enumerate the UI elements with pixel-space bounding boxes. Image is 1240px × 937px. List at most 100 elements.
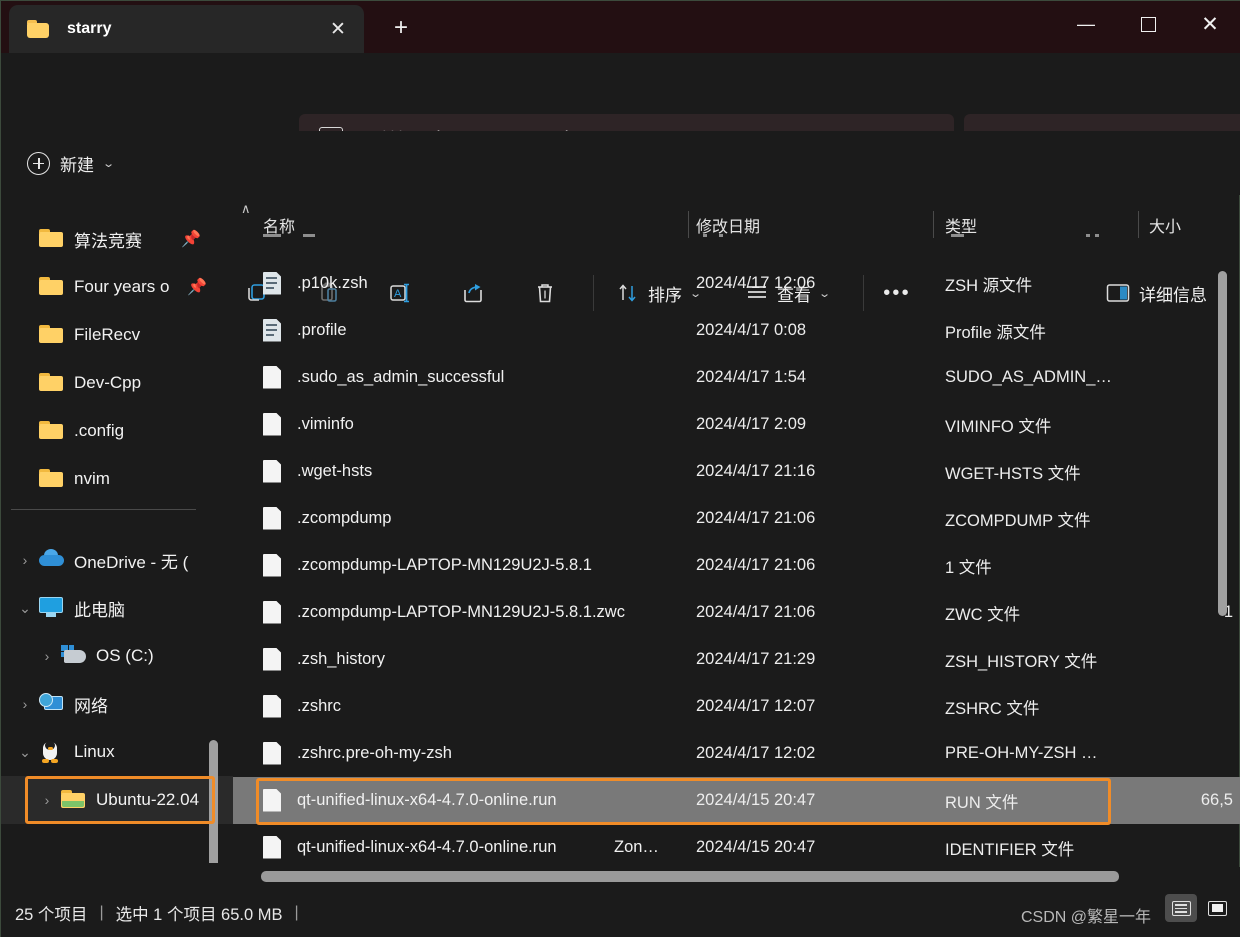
file-type: 1 文件 — [945, 558, 992, 577]
sidebar-item-nvim[interactable]: › nvim — [1, 455, 233, 503]
chevron-right-icon[interactable]: › — [33, 648, 61, 664]
sidebar-item-four-years[interactable]: › Four years o 📌 — [1, 263, 233, 311]
onedrive-cloud-icon — [39, 549, 64, 571]
chevron-down-icon[interactable]: ⌄ — [11, 600, 39, 617]
table-row[interactable]: .sudo_as_admin_successful 2024/4/17 1:54… — [233, 354, 1240, 401]
this-pc-monitor-icon — [39, 597, 63, 619]
file-type: VIMINFO 文件 — [945, 417, 1052, 436]
sidebar-item-label: 网络 — [74, 696, 108, 716]
sidebar-item-network[interactable]: › 网络 — [1, 680, 233, 728]
sidebar-item-label: OneDrive - 无 ( — [74, 552, 189, 572]
large-icons-view-button[interactable] — [1201, 894, 1233, 922]
sidebar-item-label: 算法竞赛 — [74, 231, 142, 251]
sidebar-item-label: Dev-Cpp — [74, 373, 142, 392]
details-view-button[interactable] — [1165, 894, 1197, 922]
pin-icon[interactable]: 📌 — [181, 229, 201, 249]
sidebar-item-label: 此电脑 — [74, 600, 125, 620]
file-date: 2024/4/15 20:47 — [696, 791, 816, 809]
sidebar-item-ubuntu-22-04[interactable]: › Ubuntu-22.04 — [1, 776, 233, 824]
file-date: 2024/4/17 2:09 — [696, 415, 807, 433]
table-row[interactable]: .viminfo 2024/4/17 2:09 VIMINFO 文件 — [233, 401, 1240, 448]
generic-file-icon — [263, 694, 283, 719]
chevron-right-icon[interactable]: › — [33, 792, 61, 808]
file-type: IDENTIFIER 文件 — [945, 840, 1075, 859]
sidebar-item-label: OS (C:) — [96, 646, 154, 665]
minimize-button[interactable]: — — [1055, 1, 1117, 47]
square-icon — [1140, 16, 1156, 32]
sidebar-scrollbar[interactable] — [209, 740, 218, 863]
source-file-icon — [263, 271, 283, 296]
expander-icon: › — [11, 279, 39, 295]
command-bar: 新建 ⌄ A 排序 ⌄ 查看 ⌄ ••• 详细信息 — [1, 131, 1240, 311]
expander-icon: › — [11, 327, 39, 343]
sidebar-item-config[interactable]: › .config — [1, 407, 233, 455]
table-row[interactable]: .p10k.zsh 2024/4/17 12:06 ZSH 源文件 — [233, 260, 1240, 307]
file-list-scrollbar[interactable] — [1218, 271, 1227, 616]
file-date: 2024/4/17 12:07 — [696, 697, 816, 715]
pin-icon[interactable]: 📌 — [187, 277, 207, 297]
horizontal-scrollbar-thumb[interactable] — [261, 871, 1119, 882]
sidebar-item-dev-cpp[interactable]: › Dev-Cpp — [1, 359, 233, 407]
file-date: 2024/4/17 21:06 — [696, 556, 816, 574]
source-file-icon — [263, 318, 283, 343]
chevron-down-icon[interactable]: ⌄ — [11, 744, 39, 761]
title-bar: starry ✕ + — ✕ — [1, 1, 1240, 53]
file-date: 2024/4/17 12:02 — [696, 744, 816, 762]
navigation-pane[interactable]: › 算法竞赛 📌 › Four years o 📌 › FileRecv › D… — [1, 195, 233, 863]
file-type: ZSHRC 文件 — [945, 699, 1040, 718]
new-button-label: 新建 — [60, 155, 94, 175]
file-name: .zshrc — [297, 697, 342, 715]
chevron-right-icon[interactable]: › — [11, 552, 39, 568]
file-date: 2024/4/17 21:16 — [696, 462, 816, 480]
file-name: .p10k.zsh — [297, 274, 368, 292]
file-list[interactable]: .p10k.zsh 2024/4/17 12:06 ZSH 源文件 .profi… — [233, 243, 1240, 863]
table-row[interactable]: qt-unified-linux-x64-4.7.0-online.run Zo… — [233, 824, 1240, 863]
generic-file-icon — [263, 553, 283, 578]
watermark: CSDN @繁星一年 — [1020, 909, 1151, 926]
table-row[interactable]: .zshrc 2024/4/17 12:07 ZSHRC 文件 — [233, 683, 1240, 730]
close-window-button[interactable]: ✕ — [1179, 1, 1240, 47]
file-name: .profile — [297, 321, 347, 339]
sidebar-item-filerecv[interactable]: › FileRecv — [1, 311, 233, 359]
sidebar-item-suanfajingsai[interactable]: › 算法竞赛 📌 — [1, 215, 233, 263]
table-row[interactable]: .zcompdump-LAPTOP-MN129U2J-5.8.1.zwc 202… — [233, 589, 1240, 636]
chevron-down-icon: ⌄ — [102, 157, 116, 170]
sidebar-item-label: Linux — [74, 742, 115, 761]
plus-circle-icon — [27, 151, 50, 175]
file-date: 2024/4/17 21:06 — [696, 509, 816, 527]
folder-icon — [39, 276, 63, 298]
file-explorer-window: starry ✕ + — ✕ ← → ↑ ⟳ › ••• Ubuntu-22.0… — [0, 0, 1240, 937]
file-name: qt-unified-linux-x64-4.7.0-online.run — [297, 838, 557, 856]
generic-file-icon — [263, 506, 283, 531]
table-row[interactable]: .profile 2024/4/17 0:08 Profile 源文件 — [233, 307, 1240, 354]
generic-file-icon — [263, 459, 283, 484]
file-date: 2024/4/17 21:29 — [696, 650, 816, 668]
table-row-selected[interactable]: qt-unified-linux-x64-4.7.0-online.run 20… — [233, 777, 1240, 824]
chevron-right-icon[interactable]: › — [11, 696, 39, 712]
table-row[interactable]: .zsh_history 2024/4/17 21:29 ZSH_HISTORY… — [233, 636, 1240, 683]
file-type: ZWC 文件 — [945, 605, 1021, 624]
new-tab-button[interactable]: + — [381, 9, 421, 47]
expander-icon: › — [11, 423, 39, 439]
file-name: .zcompdump — [297, 509, 392, 527]
file-size: 66,5 — [1200, 791, 1233, 809]
table-row[interactable]: .zcompdump-LAPTOP-MN129U2J-5.8.1 2024/4/… — [233, 542, 1240, 589]
sidebar-item-this-pc[interactable]: ⌄ 此电脑 — [1, 584, 233, 632]
maximize-button[interactable] — [1117, 1, 1179, 47]
new-button[interactable]: 新建 ⌄ — [17, 141, 123, 185]
table-row[interactable]: .wget-hsts 2024/4/17 21:16 WGET-HSTS 文件 — [233, 448, 1240, 495]
tab-starry[interactable]: starry ✕ — [9, 5, 364, 53]
expander-icon: › — [11, 231, 39, 247]
sidebar-item-linux[interactable]: ⌄ Linux — [1, 728, 233, 776]
sidebar-divider — [11, 509, 196, 510]
view-mode-buttons — [1165, 894, 1233, 922]
table-row[interactable]: .zshrc.pre-oh-my-zsh 2024/4/17 12:02 PRE… — [233, 730, 1240, 777]
sidebar-item-onedrive[interactable]: › OneDrive - 无 ( — [1, 536, 233, 584]
folder-icon — [39, 420, 63, 442]
file-type: ZSH_HISTORY 文件 — [945, 652, 1098, 671]
sidebar-item-label: FileRecv — [74, 325, 141, 344]
table-row[interactable]: .zcompdump 2024/4/17 21:06 ZCOMPDUMP 文件 — [233, 495, 1240, 542]
close-tab-button[interactable]: ✕ — [322, 13, 354, 45]
sidebar-item-os-c[interactable]: › OS (C:) — [1, 632, 233, 680]
generic-file-icon — [263, 835, 283, 860]
